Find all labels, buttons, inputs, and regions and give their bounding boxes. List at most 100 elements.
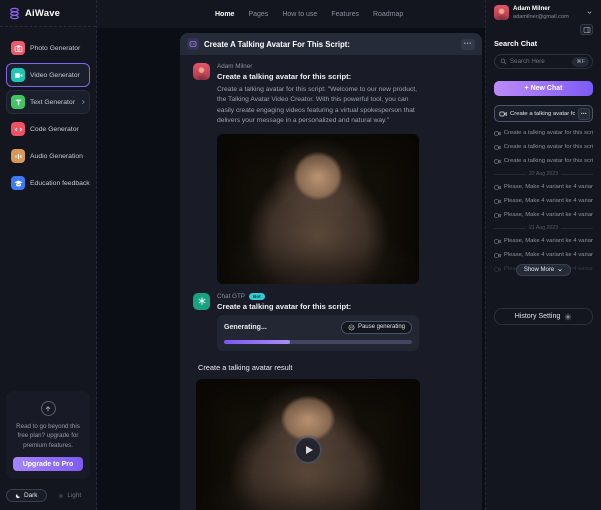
bot-asterisk-icon <box>197 296 207 306</box>
chat-history-item[interactable]: Please, Make 4 variant ke 4 varian <box>494 208 593 222</box>
light-mode-button[interactable]: Light <box>50 489 91 502</box>
video-chat-icon <box>494 144 501 151</box>
chat-history-item[interactable]: Create a talking avatar for this scrip <box>494 140 593 154</box>
pause-generating-button[interactable]: Pause generating <box>341 321 412 334</box>
right-sidebar: Adam Milner adamilner@gmail.com Search C… <box>485 0 601 510</box>
nav-how-to-use[interactable]: How to use <box>282 11 317 18</box>
panel-collapse-button[interactable] <box>580 24 593 35</box>
chat-history-item[interactable]: Please, Make 4 variant ke 4 varian <box>494 248 593 262</box>
sidebar-item-label: Audio Generation <box>30 153 83 160</box>
bot-message: Chat GTP Bot Create a talking avatar for… <box>193 293 469 351</box>
sidebar-item-label: Education feedback <box>30 180 90 187</box>
chat-history-list: Create a talking avatar for this scrip C… <box>494 126 593 276</box>
sidebar-item-education-feedback[interactable]: Education feedback <box>6 171 90 195</box>
search-input[interactable] <box>510 58 569 65</box>
chevron-right-icon <box>80 99 86 105</box>
active-chat-item[interactable]: Create a talking avatar for thi ••• <box>494 105 593 122</box>
camera-icon <box>11 41 25 55</box>
result-video[interactable] <box>196 379 420 510</box>
sidebar-item-text-generator[interactable]: Text Generator <box>6 90 90 114</box>
video-chat-icon <box>494 252 501 259</box>
search-chat-heading: Search Chat <box>494 39 593 48</box>
generating-label: Generating... <box>224 324 267 331</box>
video-icon <box>11 68 25 82</box>
sidebar-item-label: Code Generator <box>30 126 79 133</box>
user-avatar <box>494 5 509 20</box>
avatar-source-image <box>217 134 419 284</box>
generating-card: Generating... Pause generating <box>217 315 419 351</box>
gear-icon <box>564 313 572 321</box>
video-chat-icon <box>494 238 501 245</box>
history-setting-button[interactable]: History Setting <box>494 308 593 325</box>
nav-roadmap[interactable]: Roadmap <box>373 11 403 18</box>
active-chat-label: Create a talking avatar for thi <box>510 111 575 117</box>
pause-circle-icon <box>348 324 355 331</box>
nav-home[interactable]: Home <box>215 11 234 18</box>
sidebar-item-label: Text Generator <box>30 99 75 106</box>
sidebar-item-code-generator[interactable]: Code Generator <box>6 117 90 141</box>
chevron-down-icon <box>557 267 563 273</box>
video-chat-icon <box>499 110 507 118</box>
play-icon <box>306 446 313 454</box>
new-chat-button[interactable]: + New Chat <box>494 81 593 96</box>
message-title: Create a talking avatar for this script: <box>217 72 419 81</box>
code-icon <box>11 122 25 136</box>
video-chat-icon <box>494 158 501 165</box>
chat-body: Adam Milner Create a talking avatar for … <box>180 55 482 510</box>
chat-history-item[interactable]: Please, Make 4 variant ke 4 varian <box>494 234 593 248</box>
nav-pages[interactable]: Pages <box>248 11 268 18</box>
upgrade-to-pro-button[interactable]: Upgrade to Pro <box>13 457 83 471</box>
play-button[interactable] <box>295 437 321 463</box>
chat-history-item[interactable]: Please, Make 4 variant ke 4 varian <box>494 194 593 208</box>
generation-progress-bar <box>224 340 412 344</box>
left-sidebar: AiWave Photo Generator Video Generator <box>0 0 97 510</box>
aiwave-logo-icon <box>8 7 21 20</box>
moon-icon <box>15 493 21 499</box>
sidebar-item-label: Photo Generator <box>30 45 80 52</box>
bot-badge: Bot <box>249 293 265 300</box>
chat-options-button[interactable]: ••• <box>461 39 475 50</box>
bot-avatar <box>193 293 210 310</box>
sidebar-menu: Photo Generator Video Generator Text Gen… <box>6 27 90 195</box>
user-message-avatar <box>193 63 210 80</box>
chat-item-options-button[interactable]: ••• <box>578 108 590 120</box>
brand-name: AiWave <box>25 8 60 19</box>
message-body: Create a talking avatar for this script:… <box>217 85 419 127</box>
show-more-button[interactable]: Show More <box>516 264 571 276</box>
user-menu[interactable]: Adam Milner adamilner@gmail.com <box>494 5 593 20</box>
chat-history-item[interactable]: Create a talking avatar for this scrip <box>494 154 593 168</box>
video-chat-icon <box>494 198 501 205</box>
sidebar-item-video-generator[interactable]: Video Generator <box>6 63 90 87</box>
chat-history-item[interactable]: Create a talking avatar for this scrip <box>494 126 593 140</box>
video-chat-icon <box>494 212 501 219</box>
bot-name: Chat GTP <box>217 293 245 300</box>
sidebar-item-audio-generation[interactable]: Audio Generation <box>6 144 90 168</box>
chevron-down-icon <box>586 9 593 16</box>
search-box: ⌘F <box>494 54 593 69</box>
result-label: Create a talking avatar result <box>198 363 469 372</box>
audio-icon <box>11 149 25 163</box>
prompt-icon <box>187 38 199 50</box>
user-email: adamilner@gmail.com <box>513 14 569 20</box>
chat-title: Create A Talking Avatar For This Script: <box>204 40 456 49</box>
date-divider: 22 Aug 2023 <box>494 171 593 177</box>
brand-logo[interactable]: AiWave <box>0 0 96 27</box>
dark-mode-button[interactable]: Dark <box>6 489 47 502</box>
text-icon <box>11 95 25 109</box>
upgrade-text: Read to go beyond this free plan? upgrad… <box>13 422 83 450</box>
sidebar-item-photo-generator[interactable]: Photo Generator <box>6 36 90 60</box>
progress-fill <box>224 340 290 344</box>
nav-features[interactable]: Features <box>331 11 359 18</box>
arrow-up-circle-icon <box>41 401 56 416</box>
search-shortcut-badge: ⌘F <box>572 57 589 67</box>
sidebar-item-label: Video Generator <box>30 72 80 79</box>
video-chat-icon <box>494 130 501 137</box>
education-icon <box>11 176 25 190</box>
sun-icon <box>58 493 64 499</box>
bot-message-title: Create a talking avatar for this script: <box>217 302 419 311</box>
video-chat-icon <box>494 184 501 191</box>
upgrade-card: Read to go beyond this free plan? upgrad… <box>6 391 90 479</box>
chat-history-item[interactable]: Please, Make 4 variant ke 4 varian <box>494 180 593 194</box>
theme-toggle: Dark Light <box>6 489 90 502</box>
search-icon <box>500 58 507 65</box>
